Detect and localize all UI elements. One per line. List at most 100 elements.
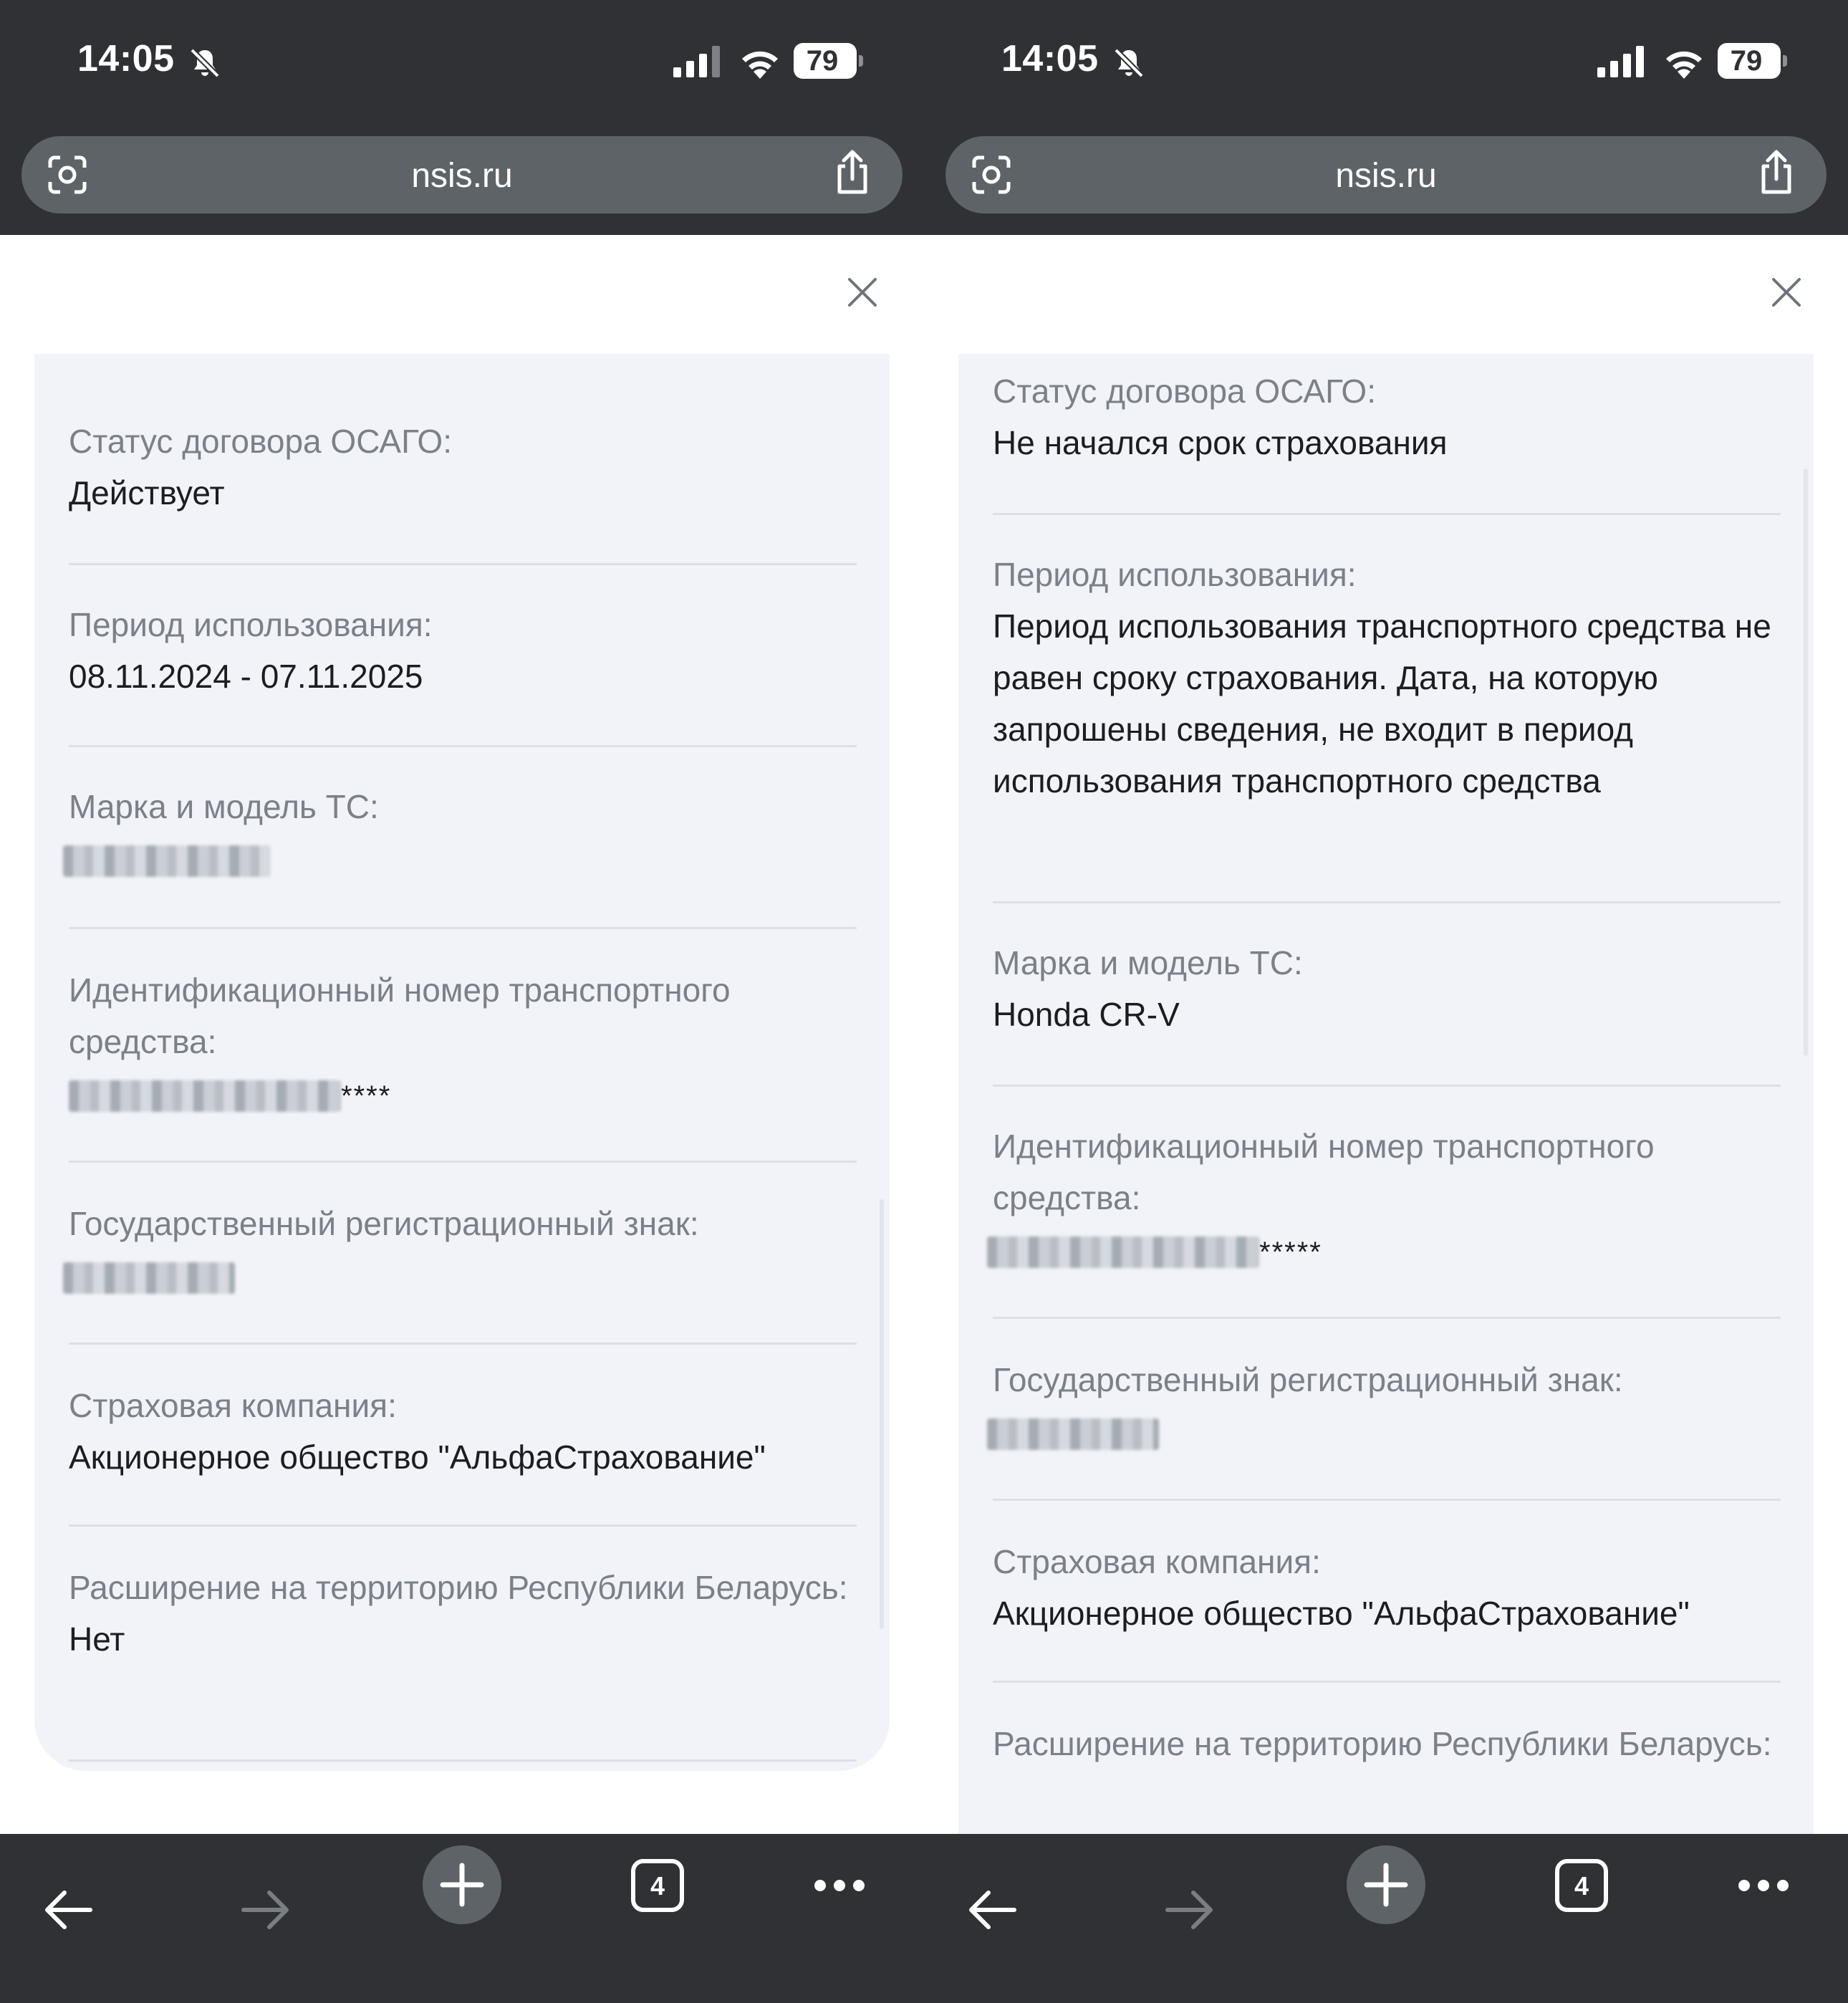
field-contract-status: Статус договора ОСАГО: Действует <box>69 416 857 519</box>
divider <box>993 513 1781 515</box>
field-registration-plate: Государственный регистрационный знак: <box>987 1354 1781 1457</box>
url-text: nsis.ru <box>411 157 513 195</box>
field-value: Акционерное общество "АльфаСтрахование" <box>993 1595 1690 1632</box>
left-screenshot: 14:05 79 nsis.ru Статус договора ОСАГО: … <box>0 0 924 2003</box>
field-label: Государственный регистрационный знак: <box>993 1361 1623 1398</box>
bell-muted-icon <box>190 48 220 78</box>
divider <box>69 563 857 565</box>
forward-arrow-icon[interactable] <box>239 1886 291 1934</box>
divider <box>993 1085 1781 1087</box>
right-screenshot: 14:05 79 nsis.ru Статус договора ОСАГО: … <box>924 0 1848 2003</box>
field-value <box>63 1249 857 1301</box>
battery-level: 79 <box>1730 45 1763 77</box>
masked-suffix: **** <box>341 1080 392 1112</box>
field-vin: Идентификационный номер транспортного ср… <box>987 1120 1781 1278</box>
field-belarus-extension: Расширение на территорию Республики Бела… <box>69 1562 857 1665</box>
tab-count: 4 <box>650 1871 665 1901</box>
battery-level: 79 <box>806 45 839 77</box>
field-label: Идентификационный номер транспортного ср… <box>993 1128 1655 1216</box>
status-time: 14:05 <box>77 38 175 80</box>
tab-count: 4 <box>1574 1871 1589 1901</box>
field-insurance-company: Страховая компания: Акционерное общество… <box>69 1380 857 1483</box>
share-icon[interactable] <box>1755 149 1798 196</box>
field-value: 08.11.2024 - 07.11.2025 <box>69 658 423 695</box>
forward-arrow-icon[interactable] <box>1163 1886 1215 1934</box>
more-options-icon[interactable] <box>814 1878 865 1893</box>
url-text: nsis.ru <box>1335 157 1437 195</box>
status-bar: 14:05 79 <box>924 0 1848 129</box>
close-icon[interactable] <box>1769 275 1804 309</box>
back-arrow-icon[interactable] <box>967 1886 1019 1934</box>
redacted-value <box>987 1236 1259 1268</box>
wifi-icon <box>742 51 778 79</box>
page-content: Статус договора ОСАГО: Не начался срок с… <box>924 235 1848 1834</box>
wifi-icon <box>1666 51 1702 79</box>
field-label: Государственный регистрационный знак: <box>69 1205 699 1242</box>
field-label: Марка и модель ТС: <box>993 944 1303 981</box>
field-label: Страховая компания: <box>993 1543 1321 1580</box>
cellular-signal-icon <box>1597 46 1644 77</box>
address-bar[interactable]: nsis.ru <box>21 136 903 213</box>
divider <box>993 901 1781 903</box>
new-tab-icon[interactable] <box>423 1845 501 1924</box>
field-value: Акционерное общество "АльфаСтрахование" <box>69 1438 766 1476</box>
field-label: Период использования: <box>69 606 433 643</box>
field-insurance-company: Страховая компания: Акционерное общество… <box>993 1536 1781 1639</box>
field-vehicle-model: Марка и модель ТС: <box>63 781 857 884</box>
new-tab-icon[interactable] <box>1347 1845 1425 1924</box>
field-label: Расширение на территорию Республики Бела… <box>993 1725 1772 1762</box>
field-value: Нет <box>69 1620 125 1658</box>
redacted-value <box>987 1418 1159 1450</box>
field-label: Марка и модель ТС: <box>69 788 379 825</box>
divider <box>69 1342 857 1345</box>
browser-toolbar: 4 <box>924 1834 1848 2003</box>
field-vehicle-model: Марка и модель ТС: Honda CR-V <box>993 937 1781 1040</box>
address-bar[interactable]: nsis.ru <box>945 136 1827 213</box>
osago-info-card: Статус договора ОСАГО: Действует Период … <box>34 354 890 1771</box>
field-label: Период использования: <box>993 556 1357 593</box>
share-icon[interactable] <box>831 149 874 196</box>
field-value: Действует <box>69 474 225 511</box>
masked-suffix: ***** <box>1259 1236 1322 1268</box>
scrollbar[interactable] <box>880 1199 884 1629</box>
battery-icon: 79 <box>794 43 863 79</box>
field-value <box>987 1406 1781 1457</box>
field-contract-status: Статус договора ОСАГО: Не начался срок с… <box>993 365 1781 469</box>
field-value: Не начался срок страхования <box>993 424 1448 461</box>
divider <box>69 745 857 747</box>
divider <box>993 1681 1781 1683</box>
more-options-icon[interactable] <box>1738 1878 1789 1893</box>
field-value: Период использования транспортного средс… <box>993 607 1771 799</box>
field-label: Страховая компания: <box>69 1387 397 1424</box>
field-label: Расширение на территорию Республики Бела… <box>69 1569 848 1606</box>
scrollbar[interactable] <box>1804 469 1808 1056</box>
back-arrow-icon[interactable] <box>43 1886 95 1934</box>
page-content: Статус договора ОСАГО: Действует Период … <box>0 235 924 1834</box>
redacted-value <box>69 1080 341 1112</box>
tabs-icon[interactable]: 4 <box>630 1858 685 1913</box>
divider <box>69 1524 857 1527</box>
status-time: 14:05 <box>1001 38 1099 80</box>
divider <box>69 927 857 929</box>
cellular-signal-icon <box>673 46 720 77</box>
divider <box>993 1317 1781 1319</box>
field-usage-period: Период использования: 08.11.2024 - 07.11… <box>69 599 857 702</box>
field-value: **** <box>69 1067 857 1122</box>
field-label: Идентификационный номер транспортного ср… <box>69 971 731 1060</box>
field-value <box>63 832 857 884</box>
bell-muted-icon <box>1114 48 1144 78</box>
status-bar: 14:05 79 <box>0 0 924 129</box>
redacted-value <box>63 845 271 877</box>
osago-info-card: Статус договора ОСАГО: Не начался срок с… <box>958 354 1814 1834</box>
browser-toolbar: 4 <box>0 1834 924 2003</box>
field-registration-plate: Государственный регистрационный знак: <box>63 1198 857 1301</box>
field-label: Статус договора ОСАГО: <box>69 423 452 460</box>
field-belarus-extension: Расширение на территорию Республики Бела… <box>993 1718 1781 1769</box>
field-value: ***** <box>987 1224 1781 1278</box>
field-label: Статус договора ОСАГО: <box>993 373 1376 410</box>
divider <box>69 1161 857 1163</box>
divider <box>69 1759 857 1762</box>
tabs-icon[interactable]: 4 <box>1554 1858 1609 1913</box>
close-icon[interactable] <box>845 275 880 309</box>
divider <box>993 1499 1781 1501</box>
